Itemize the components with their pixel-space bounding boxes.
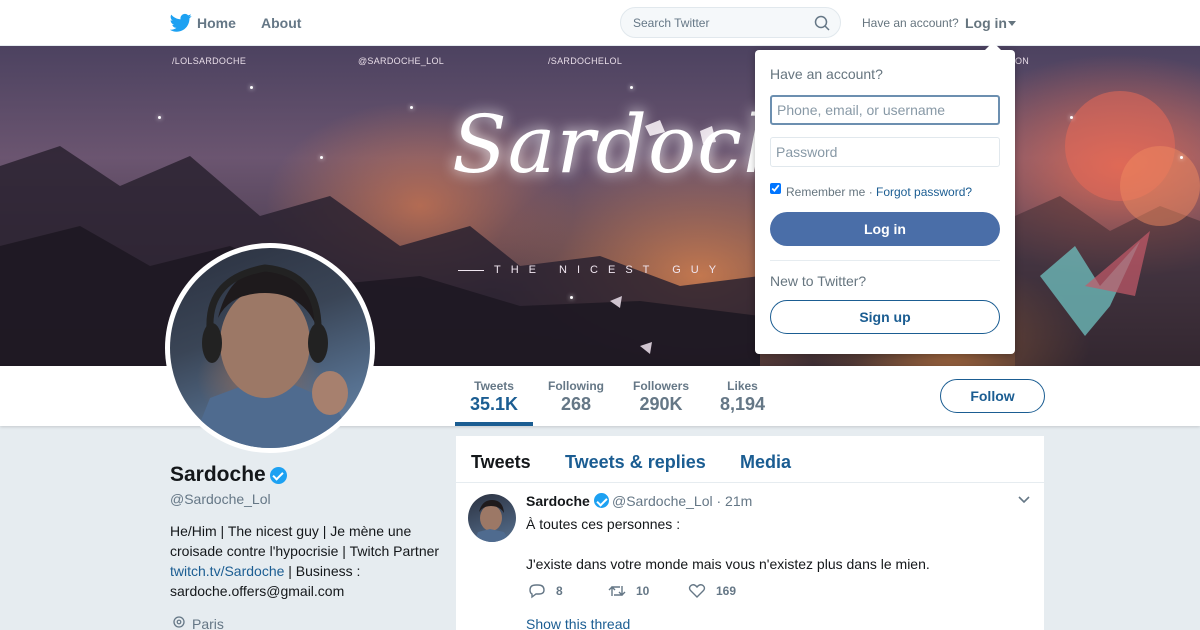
password-field[interactable] bbox=[770, 137, 1000, 167]
timeline: Tweets Tweets & replies Media Sardoche @… bbox=[456, 436, 1044, 630]
stat-tweets[interactable]: Tweets 35.1K bbox=[470, 379, 518, 415]
tweet-avatar[interactable] bbox=[468, 494, 516, 542]
signup-button[interactable]: Sign up bbox=[770, 300, 1000, 334]
login-button[interactable]: Log in bbox=[770, 212, 1000, 246]
timeline-tabs: Tweets Tweets & replies Media bbox=[456, 436, 1044, 483]
bio-text: He/Him | The nicest guy | Je mène une cr… bbox=[170, 523, 440, 559]
verified-badge-icon bbox=[270, 467, 287, 484]
banner-twitter-text: @SARDOCHE_LOL bbox=[358, 56, 445, 66]
avatar[interactable] bbox=[165, 243, 375, 453]
retweet-icon[interactable] bbox=[608, 583, 626, 599]
search-placeholder: Search Twitter bbox=[633, 16, 710, 30]
tab-tweets-replies[interactable]: Tweets & replies bbox=[565, 452, 706, 473]
profile-location: Paris bbox=[192, 616, 224, 630]
stat-following[interactable]: Following 268 bbox=[548, 379, 604, 415]
twitter-bird-icon[interactable] bbox=[170, 13, 192, 33]
star-decoration bbox=[1070, 116, 1073, 119]
star-decoration bbox=[570, 296, 573, 299]
banner-divider bbox=[458, 270, 484, 271]
avatar-image bbox=[170, 248, 370, 448]
star-decoration bbox=[630, 86, 633, 89]
bio-twitch-link[interactable]: twitch.tv/Sardoche bbox=[170, 563, 284, 579]
search-icon[interactable] bbox=[814, 15, 830, 31]
avatar-portrait bbox=[190, 264, 355, 448]
tab-tweets[interactable]: Tweets bbox=[471, 452, 531, 473]
tweet-text: À toutes ces personnes : J'existe dans v… bbox=[526, 516, 930, 572]
reply-icon[interactable] bbox=[528, 583, 546, 599]
location-pin-icon bbox=[173, 616, 185, 628]
top-nav: Home About Search Twitter Have an accoun… bbox=[0, 0, 1200, 46]
chevron-down-icon[interactable] bbox=[1018, 496, 1030, 504]
login-link[interactable]: Log in bbox=[965, 15, 1007, 31]
star-decoration bbox=[410, 106, 413, 109]
star-decoration bbox=[1180, 156, 1183, 159]
dropdown-divider bbox=[770, 260, 1000, 261]
have-account-text: Have an account? bbox=[862, 16, 959, 30]
search-input[interactable]: Search Twitter bbox=[620, 7, 841, 38]
forgot-password-link[interactable]: Forgot password? bbox=[876, 185, 972, 199]
stat-value: 290K bbox=[639, 394, 683, 414]
active-stat-underline bbox=[455, 422, 533, 426]
retweet-count: 10 bbox=[636, 584, 650, 598]
follow-button[interactable]: Follow bbox=[940, 379, 1045, 413]
profile-handle[interactable]: @Sardoche_Lol bbox=[170, 491, 271, 507]
stat-value: 35.1K bbox=[470, 394, 519, 414]
caret-down-icon[interactable] bbox=[1008, 21, 1016, 26]
stat-value: 8,194 bbox=[720, 394, 766, 414]
tab-media[interactable]: Media bbox=[740, 452, 791, 473]
banner-youtube-text: /SARDOCHELOL bbox=[548, 56, 623, 66]
tweet-author-name[interactable]: Sardoche bbox=[526, 493, 590, 509]
like-count: 169 bbox=[716, 584, 737, 598]
banner-subtitle: THE NICEST GUY bbox=[494, 264, 727, 276]
nav-about-link[interactable]: About bbox=[261, 15, 301, 31]
stat-label: Followers bbox=[633, 379, 690, 393]
remember-me-checkbox[interactable] bbox=[770, 183, 781, 194]
banner-facebook-text: /LOLSARDOCHE bbox=[172, 56, 247, 66]
reply-count: 8 bbox=[556, 584, 563, 598]
star-decoration bbox=[158, 116, 161, 119]
login-dropdown: Have an account? Remember me · Forgot pa… bbox=[755, 42, 1015, 354]
tweet-handle-time[interactable]: @Sardoche_Lol · 21m bbox=[612, 493, 752, 509]
stat-likes[interactable]: Likes 8,194 bbox=[720, 379, 765, 415]
dropdown-title: Have an account? bbox=[770, 66, 883, 82]
star-decoration bbox=[320, 156, 323, 159]
stat-followers[interactable]: Followers 290K bbox=[633, 379, 689, 415]
stat-label: Likes bbox=[727, 379, 758, 393]
stat-label: Tweets bbox=[474, 379, 514, 393]
profile-name[interactable]: Sardoche bbox=[170, 463, 266, 487]
stat-label: Following bbox=[548, 379, 604, 393]
username-field[interactable] bbox=[770, 95, 1000, 125]
stat-value: 268 bbox=[560, 394, 592, 414]
banner-other-text: ON bbox=[1015, 56, 1030, 66]
verified-badge-icon bbox=[594, 493, 609, 508]
new-to-twitter-text: New to Twitter? bbox=[770, 273, 867, 289]
remember-me-label[interactable]: Remember me · bbox=[786, 185, 873, 199]
star-decoration bbox=[250, 86, 253, 89]
show-thread-link[interactable]: Show this thread bbox=[526, 616, 630, 630]
nav-home-link[interactable]: Home bbox=[197, 15, 236, 31]
tweet-avatar-portrait bbox=[474, 500, 510, 542]
heart-icon[interactable] bbox=[688, 583, 706, 599]
profile-bio: He/Him | The nicest guy | Je mène une cr… bbox=[170, 521, 440, 601]
